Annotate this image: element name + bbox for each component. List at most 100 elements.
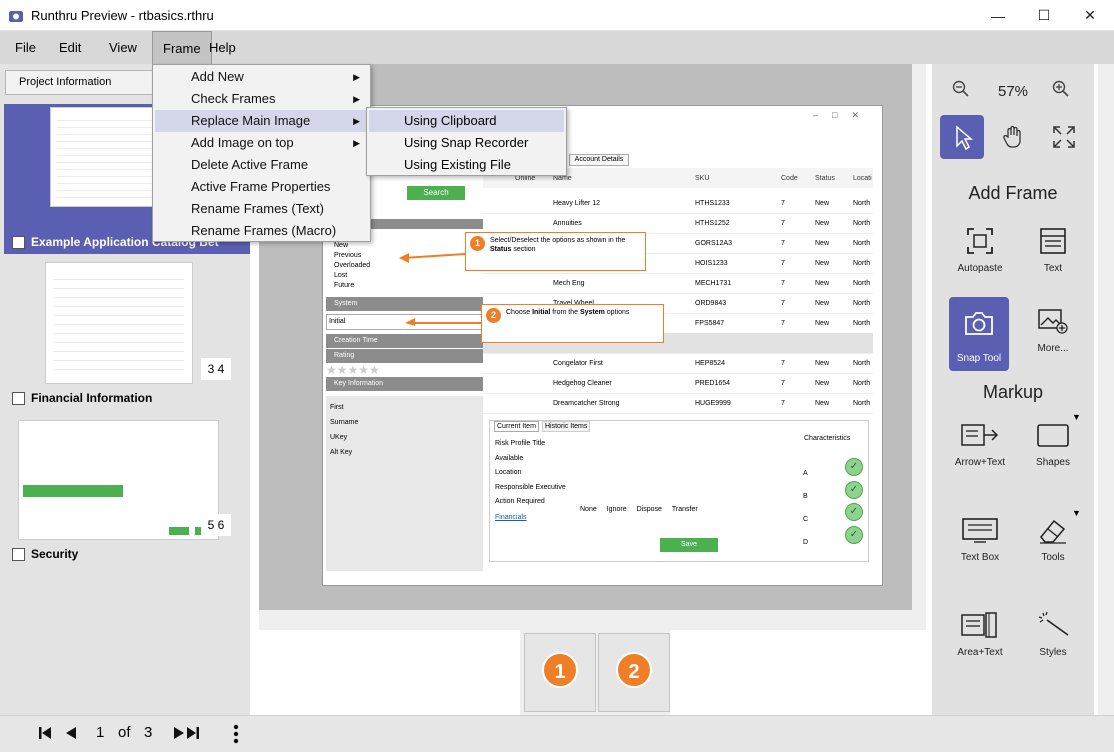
area-text-tool[interactable]: Area+Text <box>944 603 1016 658</box>
char-row: C <box>803 516 809 523</box>
frame-screenshot[interactable]: –□✕ Search Account Details New Previous … <box>322 105 883 586</box>
cursor-icon <box>956 125 974 151</box>
snap-tool-button[interactable]: Snap Tool <box>949 297 1009 371</box>
last-page-icon[interactable] <box>186 726 200 740</box>
zoom-level: 57% <box>997 83 1029 100</box>
menu-help[interactable]: Help <box>199 31 246 64</box>
callout-2[interactable]: 2 Choose Initial from the System options <box>481 304 664 343</box>
table-cell: PRED1654 <box>695 380 731 387</box>
menu-add-new[interactable]: Add New ▶ <box>155 66 368 88</box>
shapes-dropdown-arrow-icon[interactable]: ▼ <box>1072 412 1081 422</box>
text-frame-tool[interactable]: Text <box>1017 219 1089 274</box>
table-cell: FPS5847 <box>695 320 725 327</box>
table-cell: North <box>853 320 871 327</box>
detail-field: Risk Profile Title <box>495 440 546 447</box>
current-page[interactable]: 1 <box>96 724 104 741</box>
radio-option: None <box>580 506 597 513</box>
table-cell: North <box>853 360 871 367</box>
camera-icon <box>965 312 993 335</box>
table-cell: North <box>853 240 871 247</box>
thumb-badge-3: 5 6 <box>201 514 231 536</box>
callout-1[interactable]: 1 Select/Deselect the options as shown i… <box>465 232 646 271</box>
detail-field: Available <box>495 454 524 462</box>
thumb-checkbox-2[interactable] <box>12 391 25 405</box>
arrow-text-tool[interactable]: Arrow+Text <box>944 413 1016 468</box>
zoom-out-icon[interactable] <box>952 80 970 98</box>
grid-col: Online <box>515 175 536 182</box>
title-bar: Runthru Preview - rtbasics.rthru — ☐ ✕ <box>0 0 1114 31</box>
table-cell: 7 <box>781 220 785 227</box>
add-frame-title: Add Frame <box>968 183 1058 203</box>
table-cell: HUGE9999 <box>695 400 731 407</box>
menu-add-image-on-top[interactable]: Add Image on top ▶ <box>155 132 368 154</box>
previous-page-icon[interactable] <box>64 726 78 740</box>
canvas-hscroll[interactable] <box>259 610 926 630</box>
shot-char-rows: A B C D <box>803 462 808 554</box>
table-cell: 7 <box>781 380 785 387</box>
next-page-icon[interactable] <box>172 726 186 740</box>
menu-file[interactable]: File <box>5 31 46 64</box>
thumb-label-3[interactable]: Security <box>12 547 78 561</box>
table-cell: 7 <box>781 260 785 267</box>
thumb-image-3[interactable] <box>18 420 219 540</box>
callout-1-text-end: section <box>511 246 536 253</box>
table-cell: Annuities <box>553 220 582 227</box>
table-cell: North <box>853 380 871 387</box>
table-cell: New <box>815 260 830 267</box>
table-cell: HTHS1233 <box>695 200 730 207</box>
table-cell: New <box>815 360 830 367</box>
submenu-using-existing-file[interactable]: Using Existing File <box>369 154 564 176</box>
thumb-label-2[interactable]: Financial Information <box>12 391 152 405</box>
autopaste-tool[interactable]: Autopaste <box>944 219 1016 274</box>
table-cell: Congelator First <box>553 360 603 367</box>
text-box-tool[interactable]: Text Box <box>944 508 1016 563</box>
maximize-button[interactable]: ☐ <box>1021 0 1067 31</box>
submenu-arrow-icon: ▶ <box>353 138 360 148</box>
tools-dropdown-arrow-icon[interactable]: ▼ <box>1072 508 1081 518</box>
grid-col: Locati <box>853 175 872 182</box>
menu-edit[interactable]: Edit <box>49 31 91 64</box>
area-text-label: Area+Text <box>957 647 1003 658</box>
arrow-text-icon <box>961 424 999 446</box>
shot-search-button: Search <box>407 186 465 200</box>
submenu-using-clipboard[interactable]: Using Clipboard <box>369 110 564 132</box>
submenu-using-snap-recorder[interactable]: Using Snap Recorder <box>369 132 564 154</box>
menu-view[interactable]: View <box>99 31 147 64</box>
menu-check-frames-label: Check Frames <box>191 91 276 106</box>
close-button[interactable]: ✕ <box>1067 0 1113 31</box>
thumb-image-2[interactable] <box>45 262 193 384</box>
more-options-icon[interactable] <box>233 724 239 744</box>
canvas-vscroll[interactable] <box>912 64 926 610</box>
hand-pan-icon[interactable] <box>1002 124 1026 150</box>
menu-check-frames[interactable]: Check Frames ▶ <box>155 88 368 110</box>
callout-2-text-end: options <box>604 309 630 316</box>
more-tools-button[interactable]: More... <box>1017 299 1089 354</box>
minimize-button[interactable]: — <box>975 0 1021 31</box>
thumb-checkbox-3[interactable] <box>12 547 25 561</box>
first-page-icon[interactable] <box>38 726 52 740</box>
menu-replace-main-image[interactable]: Replace Main Image ▶ <box>155 110 368 132</box>
total-pages: 3 <box>144 724 153 741</box>
table-cell: North <box>853 300 871 307</box>
table-cell: Dreamcatcher Strong <box>553 400 620 407</box>
menu-rename-frames-macro[interactable]: Rename Frames (Macro) <box>155 220 368 242</box>
table-cell: MECH1731 <box>695 280 732 287</box>
menu-active-frame-properties[interactable]: Active Frame Properties <box>155 176 368 198</box>
thumb-title-3: Security <box>31 547 79 561</box>
fit-to-screen-icon[interactable] <box>1052 125 1076 149</box>
table-cell: New <box>815 380 830 387</box>
frame-card-2[interactable]: 2 <box>598 633 670 712</box>
shot-window-controls: –□✕ <box>813 110 873 120</box>
grid-col: SKU <box>695 175 710 182</box>
menu-rename-frames-text[interactable]: Rename Frames (Text) <box>155 198 368 220</box>
zoom-in-icon[interactable] <box>1052 80 1070 98</box>
frame-card-1[interactable]: 1 <box>524 633 596 712</box>
styles-tool[interactable]: Styles <box>1017 603 1089 658</box>
tools-panel-scrollbar[interactable] <box>1098 64 1114 715</box>
frame-menu-dropdown: Add New ▶ Check Frames ▶ Replace Main Imag… <box>152 64 371 242</box>
menu-delete-active-frame[interactable]: Delete Active Frame <box>155 154 368 176</box>
table-cell: New <box>815 240 830 247</box>
arrow-text-label: Arrow+Text <box>954 457 1006 468</box>
thumb-checkbox-1[interactable] <box>12 235 25 249</box>
select-tool-button[interactable] <box>940 115 984 159</box>
